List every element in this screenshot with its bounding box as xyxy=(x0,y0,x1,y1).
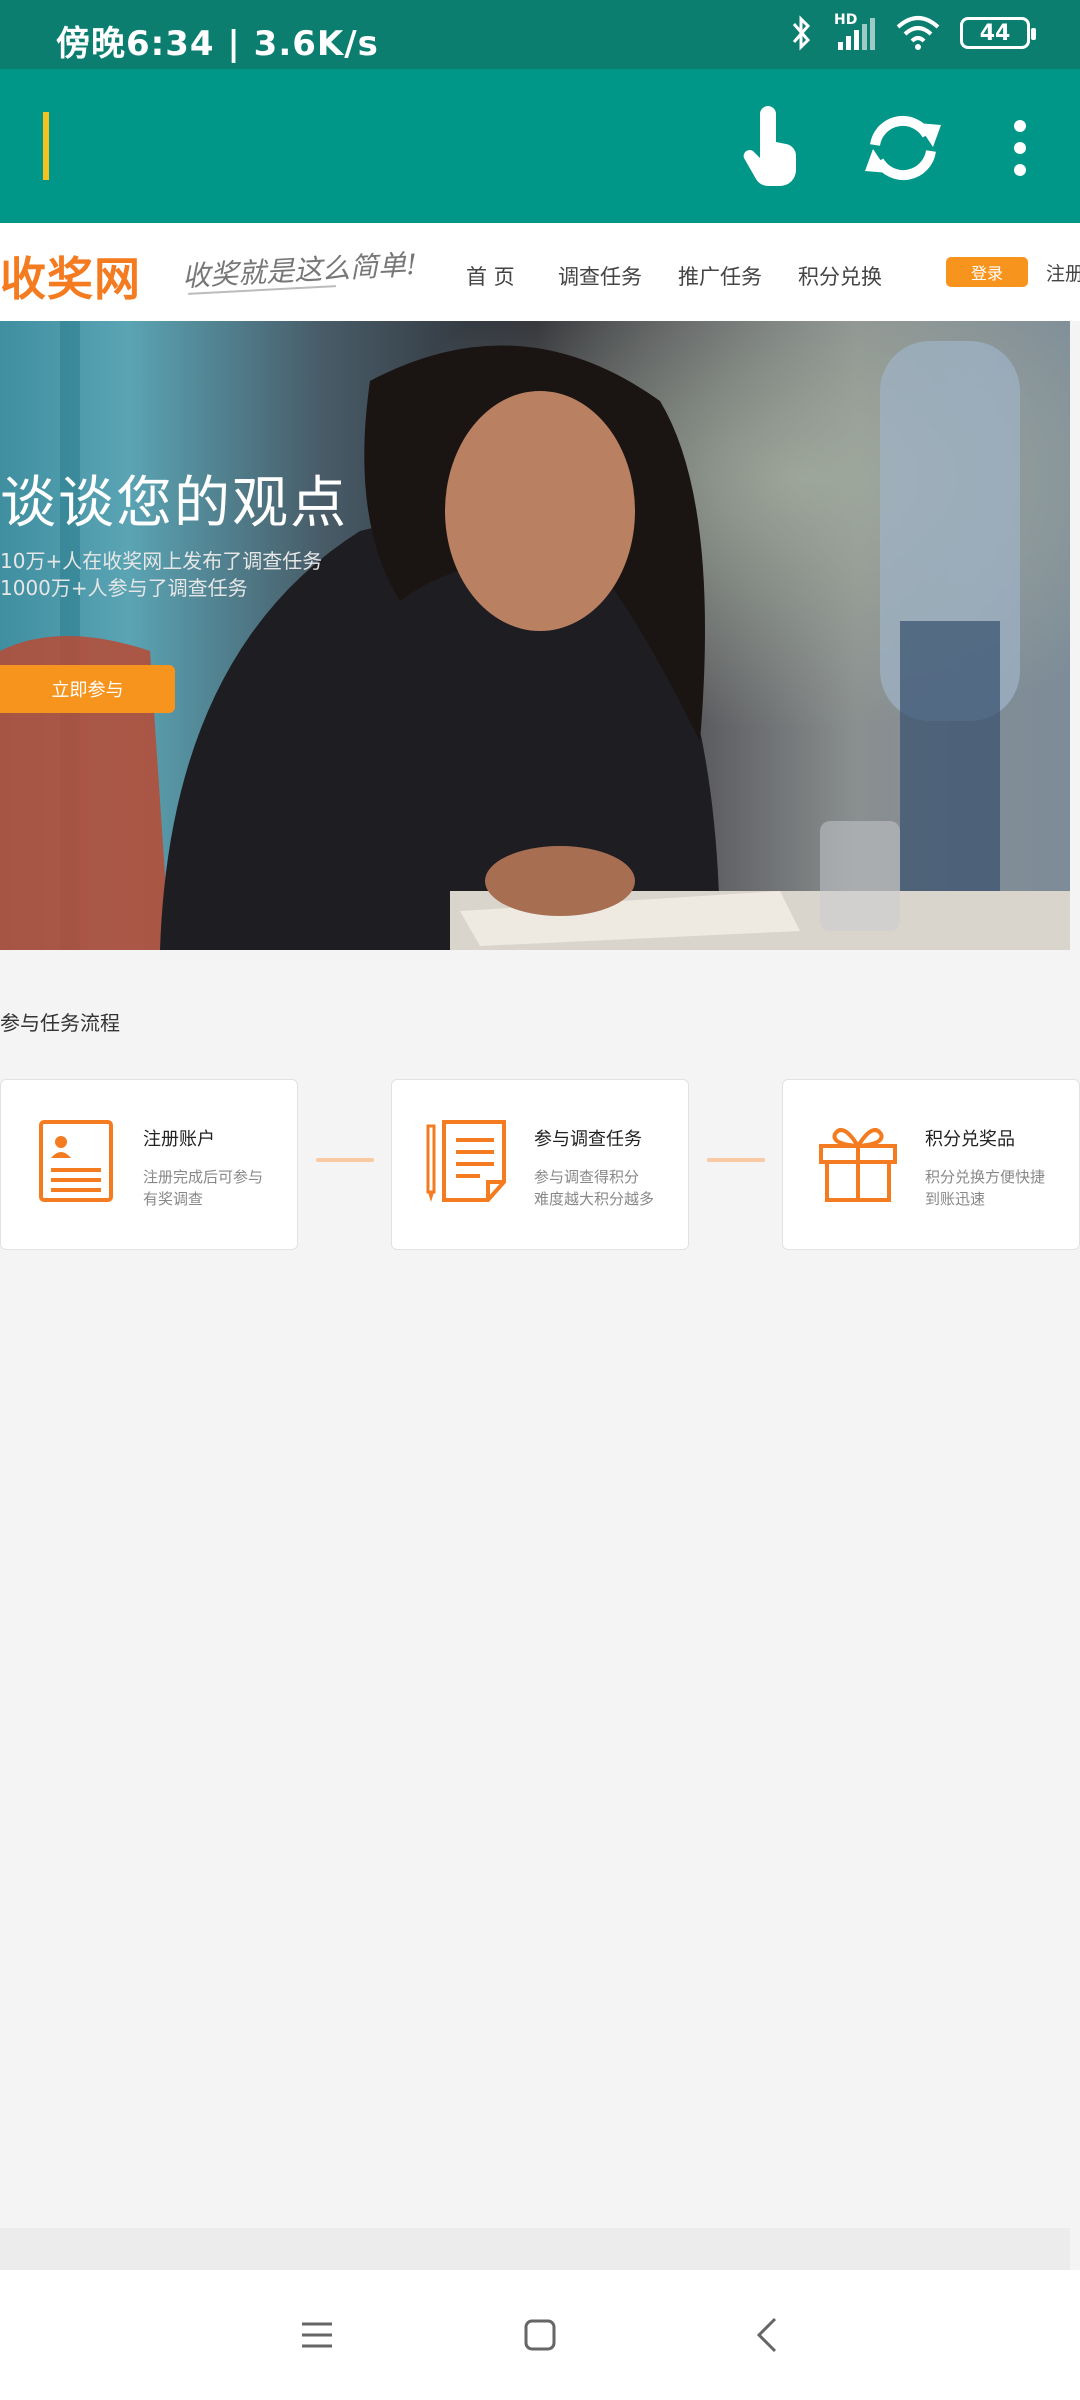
step-desc-line: 参与调查得积分 xyxy=(534,1168,640,1186)
hero-photo xyxy=(0,321,1070,950)
join-now-button[interactable]: 立即参与 xyxy=(0,665,175,713)
site-header: 收奖网 收奖就是这么简单! 首 页 调查任务 推广任务 积分兑换 登录 注册 xyxy=(0,223,1080,321)
hero-banner: 谈谈您的观点 10万+人在收奖网上发布了调查任务 1000万+人参与了调查任务 … xyxy=(0,321,1070,950)
step-card-survey[interactable]: 参与调查任务 参与调查得积分 难度越大积分越多 xyxy=(391,1079,689,1250)
step-card-redeem[interactable]: 积分兑奖品 积分兑换方便快捷 到账迅速 xyxy=(782,1079,1080,1250)
step-connector xyxy=(707,1158,765,1162)
step-title: 参与调查任务 xyxy=(534,1129,642,1150)
step-desc-line: 积分兑换方便快捷 xyxy=(925,1168,1046,1186)
menu-icon[interactable] xyxy=(292,2310,342,2360)
nav-points-exchange[interactable]: 积分兑换 xyxy=(798,261,882,291)
site-logo[interactable]: 收奖网 xyxy=(0,243,141,309)
register-link[interactable]: 注册 xyxy=(1046,259,1080,286)
hero-stat-2: 1000万+人参与了调查任务 xyxy=(0,576,248,600)
status-bar: 傍晚6:34 | 3.6K/s HD 44 xyxy=(0,0,1080,69)
account-card-icon xyxy=(39,1120,113,1202)
battery-icon: 44 xyxy=(960,17,1036,49)
hero-title: 谈谈您的观点 xyxy=(0,471,348,536)
browser-toolbar xyxy=(0,69,1080,223)
wifi-icon xyxy=(896,16,940,50)
back-icon[interactable] xyxy=(742,2310,792,2360)
nav-survey-tasks[interactable]: 调查任务 xyxy=(558,261,642,291)
step-desc-line: 到账迅速 xyxy=(925,1190,986,1208)
text-cursor[interactable] xyxy=(43,112,49,180)
step-connector xyxy=(316,1158,374,1162)
gift-icon xyxy=(819,1128,897,1202)
step-desc-line: 难度越大积分越多 xyxy=(534,1190,655,1208)
step-title: 积分兑奖品 xyxy=(925,1129,1015,1150)
step-desc: 参与调查得积分 难度越大积分越多 xyxy=(534,1166,654,1210)
step-card-register[interactable]: 注册账户 注册完成后可参与 有奖调查 xyxy=(0,1079,298,1250)
signal-icon: HD xyxy=(834,12,876,52)
step-desc: 注册完成后可参与 有奖调查 xyxy=(143,1166,263,1210)
step-title: 注册账户 xyxy=(143,1129,215,1150)
nav-promo-tasks[interactable]: 推广任务 xyxy=(678,261,762,291)
page-footer-strip xyxy=(0,2228,1070,2270)
step-desc: 积分兑换方便快捷 到账迅速 xyxy=(925,1166,1045,1210)
survey-document-icon xyxy=(426,1120,506,1202)
login-button[interactable]: 登录 xyxy=(946,257,1028,287)
battery-level: 44 xyxy=(979,20,1011,46)
step-desc-line: 有奖调查 xyxy=(143,1190,204,1208)
hero-stat-1: 10万+人在收奖网上发布了调查任务 xyxy=(0,549,323,573)
home-icon[interactable] xyxy=(515,2310,565,2360)
touch-icon[interactable] xyxy=(728,103,818,193)
status-icons: HD 44 xyxy=(790,12,1036,52)
system-nav-bar xyxy=(0,2270,1080,2400)
nav-home[interactable]: 首 页 xyxy=(466,261,515,291)
bluetooth-icon xyxy=(792,15,811,51)
process-section-title: 参与任务流程 xyxy=(0,1011,120,1035)
status-time: 傍晚6:34 | 3.6K/s xyxy=(56,24,379,64)
more-vert-icon[interactable] xyxy=(975,103,1065,193)
step-desc-line: 注册完成后可参与 xyxy=(143,1168,264,1186)
refresh-icon[interactable] xyxy=(858,103,948,193)
